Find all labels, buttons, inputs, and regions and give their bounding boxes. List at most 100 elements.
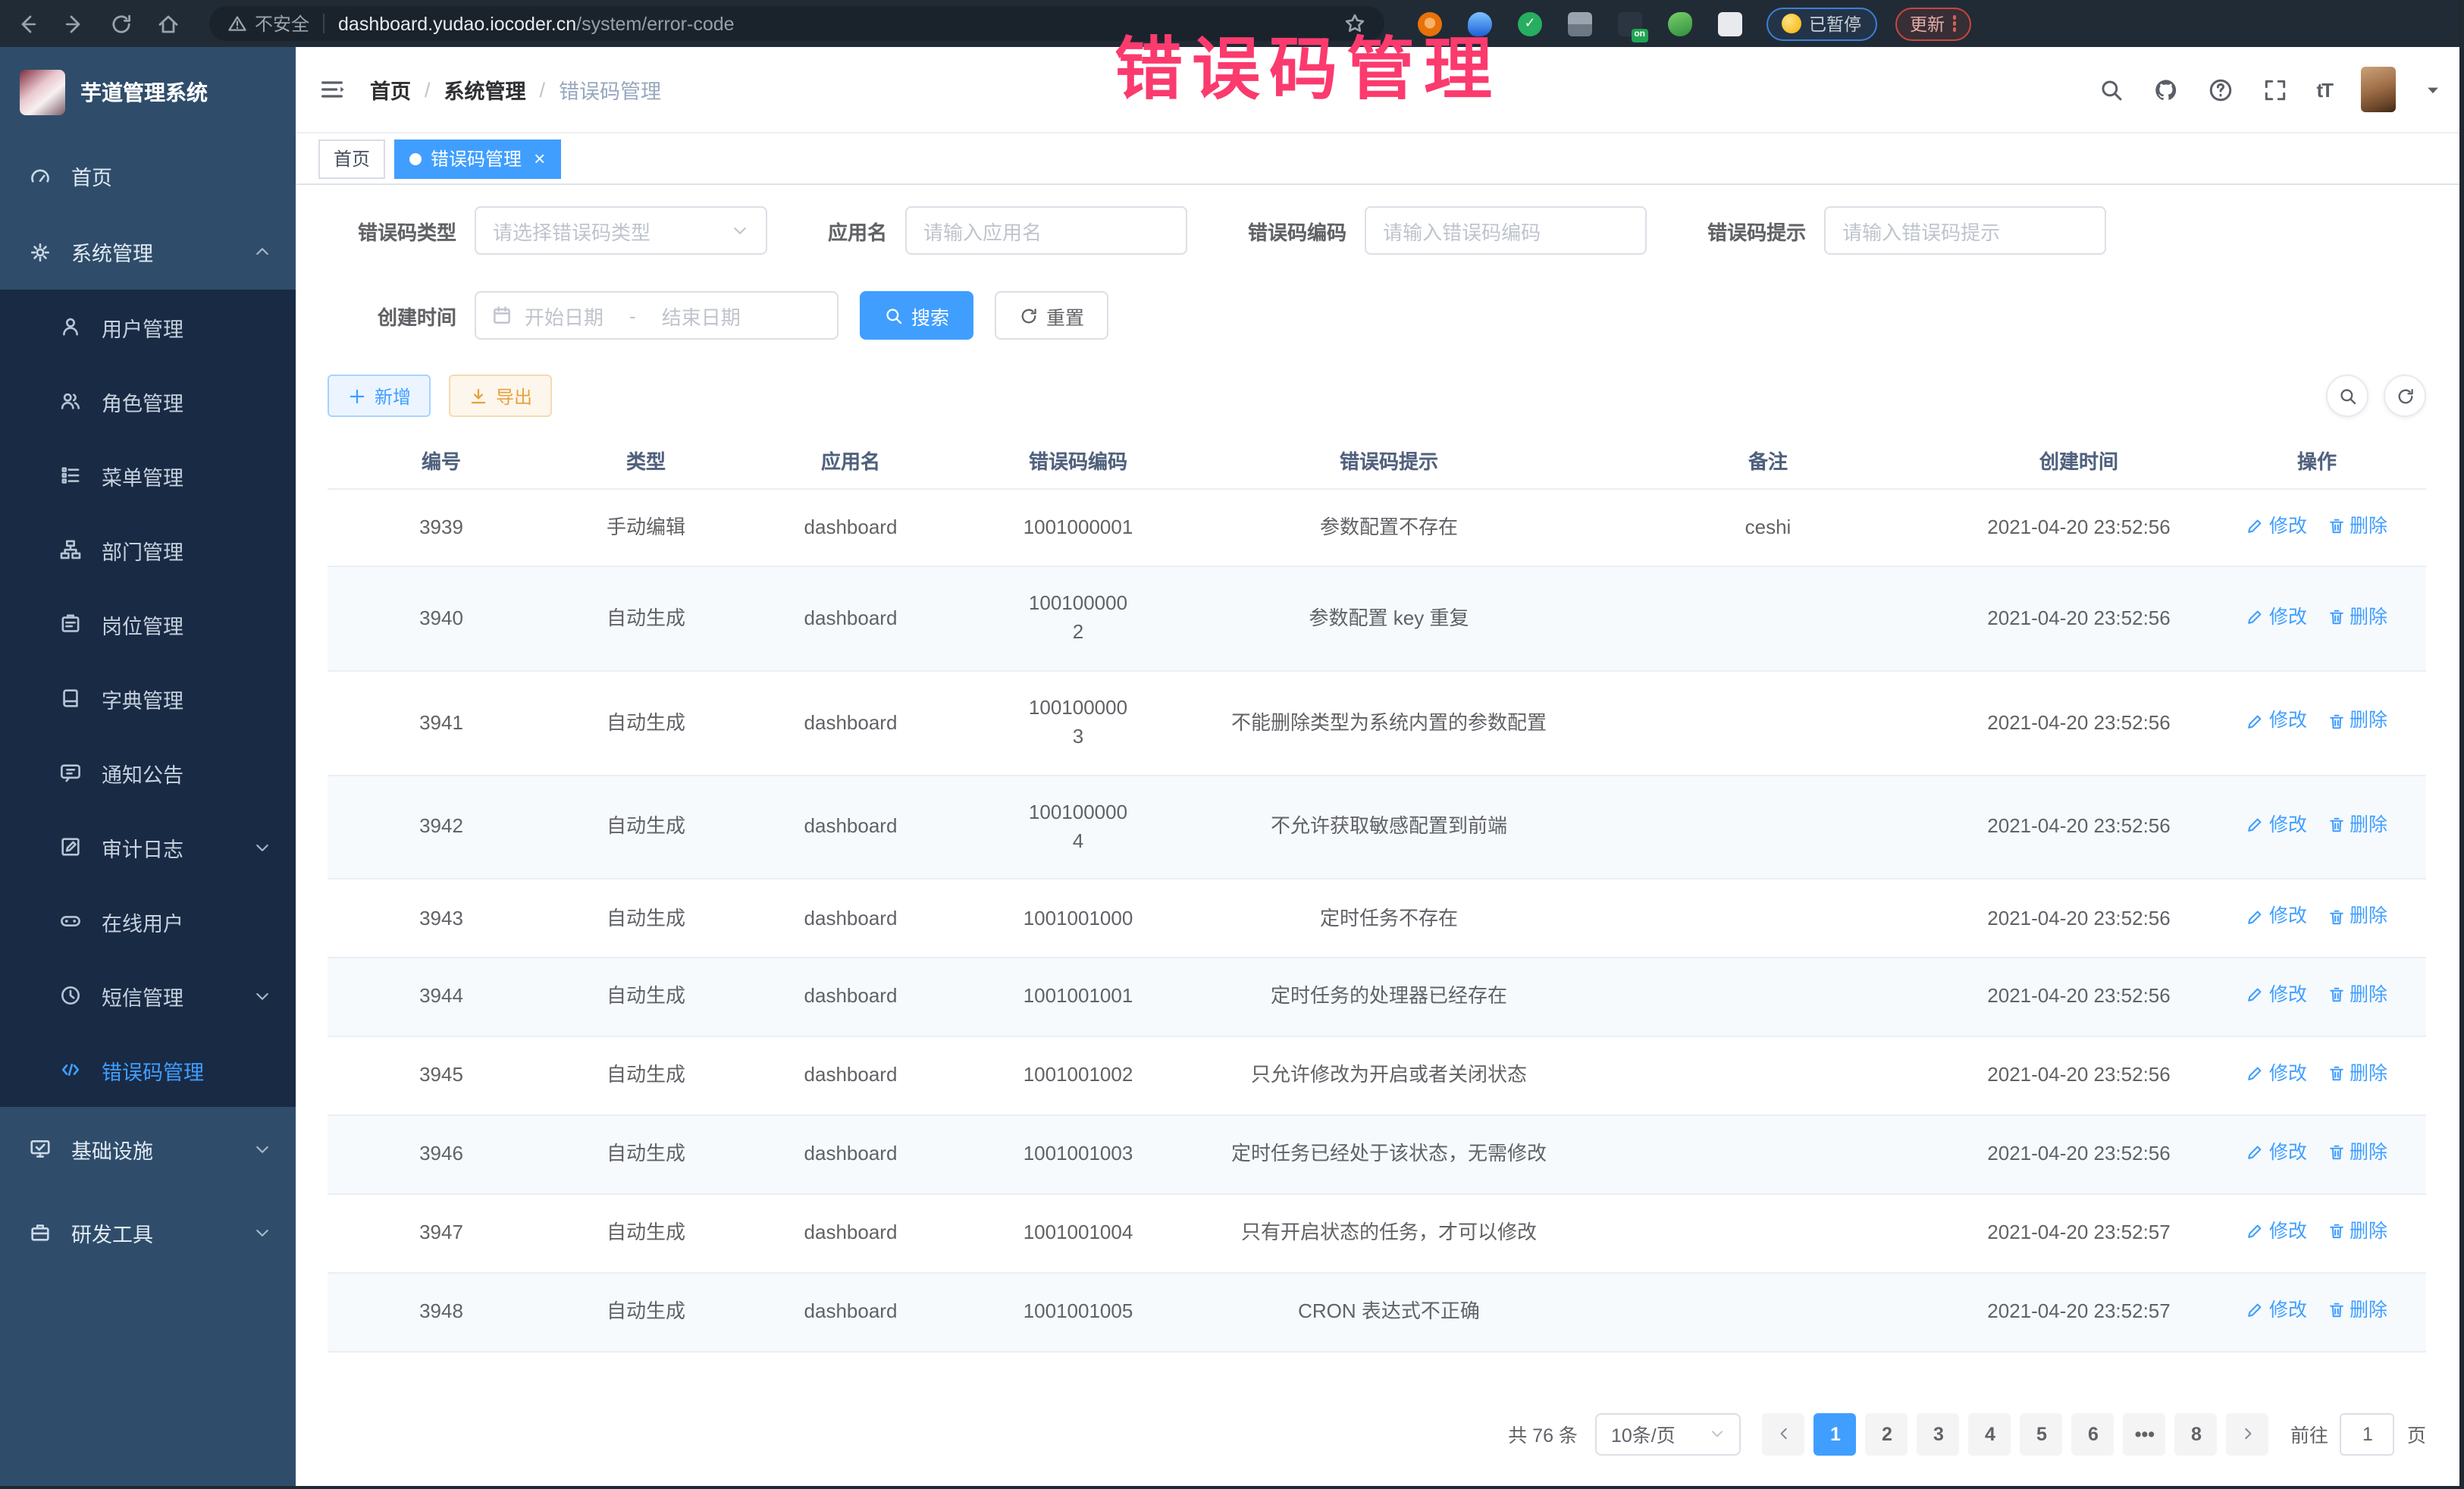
cell-create-time: 2021-04-20 23:52:56 bbox=[1950, 671, 2208, 775]
edit-link[interactable]: 修改 bbox=[2246, 1139, 2307, 1166]
cell-create-time: 2021-04-20 23:52:56 bbox=[1950, 776, 2208, 879]
app-logo: 芋道管理系统 bbox=[0, 47, 296, 138]
filter-input[interactable]: 请输入错误码编码 bbox=[1365, 206, 1647, 255]
security-label[interactable]: 不安全 bbox=[255, 11, 309, 36]
cell-type: 自动生成 bbox=[555, 879, 737, 958]
sidebar-item-dict[interactable]: 字典管理 bbox=[0, 661, 296, 735]
sidebar-item-system[interactable]: 系统管理 bbox=[0, 214, 296, 290]
edit-link[interactable]: 修改 bbox=[2246, 1061, 2307, 1088]
cell-actions: 修改删除 bbox=[2208, 671, 2426, 775]
error-type-select[interactable]: 请选择错误码类型 bbox=[475, 206, 767, 255]
delete-link[interactable]: 删除 bbox=[2327, 811, 2387, 839]
font-size-icon[interactable]: tT bbox=[2316, 78, 2332, 101]
home-icon[interactable] bbox=[156, 11, 180, 36]
sidebar-item-home[interactable]: 首页 bbox=[0, 138, 296, 214]
reset-button[interactable]: 重置 bbox=[995, 291, 1108, 340]
table-row: 3945自动生成dashboard1001001002只允许修改为开启或者关闭状… bbox=[328, 1037, 2426, 1116]
cell-id: 3948 bbox=[328, 1273, 555, 1352]
github-icon[interactable] bbox=[2152, 77, 2178, 102]
hamburger-icon[interactable] bbox=[318, 76, 346, 103]
edit-link[interactable]: 修改 bbox=[2246, 603, 2307, 631]
add-button[interactable]: 新增 bbox=[328, 375, 431, 417]
breadcrumb-item[interactable]: 首页 bbox=[370, 74, 411, 105]
delete-link[interactable]: 删除 bbox=[2327, 1061, 2387, 1088]
page-button[interactable]: 5 bbox=[2020, 1413, 2063, 1456]
delete-link[interactable]: 删除 bbox=[2327, 982, 2387, 1009]
edit-link[interactable]: 修改 bbox=[2246, 1296, 2307, 1324]
filter-input[interactable]: 请输入应用名 bbox=[905, 206, 1187, 255]
tab-active[interactable]: 错误码管理× bbox=[394, 139, 560, 178]
export-button[interactable]: 导出 bbox=[449, 375, 552, 417]
sidebar-item-sms[interactable]: 短信管理 bbox=[0, 958, 296, 1033]
paused-extension-pill[interactable]: 已暂停 bbox=[1766, 7, 1876, 40]
search-icon[interactable] bbox=[2098, 77, 2124, 102]
delete-link[interactable]: 删除 bbox=[2327, 903, 2387, 930]
sidebar-item-post[interactable]: 岗位管理 bbox=[0, 587, 296, 661]
update-browser-pill[interactable]: 更新 bbox=[1895, 7, 1971, 40]
ext-grey-grid-icon[interactable] bbox=[1568, 11, 1592, 36]
page-size-select[interactable]: 10条/页 bbox=[1596, 1413, 1741, 1456]
avatar[interactable] bbox=[2361, 67, 2396, 112]
ext-puzzle-icon[interactable] bbox=[1718, 11, 1742, 36]
sidebar-item-online[interactable]: 在线用户 bbox=[0, 884, 296, 958]
delete-link[interactable]: 删除 bbox=[2327, 707, 2387, 735]
sidebar-item-audit[interactable]: 审计日志 bbox=[0, 810, 296, 884]
sidebar-item-user[interactable]: 用户管理 bbox=[0, 290, 296, 364]
sidebar-item-label: 研发工具 bbox=[71, 1217, 153, 1247]
refresh-table-button[interactable] bbox=[2384, 375, 2426, 417]
delete-link[interactable]: 删除 bbox=[2327, 512, 2387, 539]
ext-green-check-icon[interactable]: ✓ bbox=[1518, 11, 1542, 36]
date-range-input[interactable]: 开始日期 - 结束日期 bbox=[475, 291, 839, 340]
page-button[interactable]: 6 bbox=[2072, 1413, 2114, 1456]
back-icon[interactable] bbox=[15, 11, 39, 36]
tab-close-icon[interactable]: × bbox=[534, 149, 545, 168]
search-button[interactable]: 搜索 bbox=[860, 291, 973, 340]
prev-page-button[interactable] bbox=[1763, 1413, 1805, 1456]
chevron-down-icon bbox=[253, 986, 271, 1005]
edit-link[interactable]: 修改 bbox=[2246, 811, 2307, 839]
page-button[interactable]: 4 bbox=[1969, 1413, 2011, 1456]
filter-input[interactable]: 请输入错误码提示 bbox=[1824, 206, 2106, 255]
edit-link[interactable]: 修改 bbox=[2246, 903, 2307, 930]
sidebar-item-notice[interactable]: 通知公告 bbox=[0, 735, 296, 810]
page-button[interactable]: 8 bbox=[2175, 1413, 2218, 1456]
error-code-table: 编号类型应用名错误码编码错误码提示备注创建时间操作 3939手动编辑dashbo… bbox=[328, 432, 2426, 1353]
edit-link[interactable]: 修改 bbox=[2246, 1218, 2307, 1245]
caret-down-icon[interactable] bbox=[2425, 81, 2441, 98]
delete-link[interactable]: 删除 bbox=[2327, 1296, 2387, 1324]
delete-link[interactable]: 删除 bbox=[2327, 603, 2387, 631]
delete-link[interactable]: 删除 bbox=[2327, 1139, 2387, 1166]
cell-code: 1001000001 bbox=[964, 488, 1192, 567]
forward-icon[interactable] bbox=[62, 11, 86, 36]
breadcrumb-item[interactable]: 系统管理 bbox=[444, 74, 526, 105]
toggle-search-button[interactable] bbox=[2326, 375, 2368, 417]
reload-icon[interactable] bbox=[109, 11, 133, 36]
kebab-menu-icon[interactable] bbox=[1952, 16, 1956, 32]
sidebar-item-menu[interactable]: 菜单管理 bbox=[0, 438, 296, 513]
ext-green-leaf-icon[interactable] bbox=[1668, 11, 1692, 36]
edit-link[interactable]: 修改 bbox=[2246, 512, 2307, 539]
edit-link[interactable]: 修改 bbox=[2246, 707, 2307, 735]
chevron-down-icon bbox=[731, 221, 749, 240]
fullscreen-icon[interactable] bbox=[2262, 77, 2287, 102]
sidebar-item-role[interactable]: 角色管理 bbox=[0, 364, 296, 438]
edit-link[interactable]: 修改 bbox=[2246, 982, 2307, 1009]
add-button-label: 新增 bbox=[375, 383, 411, 409]
trash-icon bbox=[2327, 1301, 2345, 1319]
sidebar-item-errcode[interactable]: 错误码管理 bbox=[0, 1033, 296, 1107]
page-button[interactable]: 1 bbox=[1814, 1413, 1857, 1456]
next-page-button[interactable] bbox=[2227, 1413, 2269, 1456]
page-button[interactable]: 2 bbox=[1866, 1413, 1908, 1456]
sidebar-item-label: 通知公告 bbox=[102, 757, 183, 788]
sidebar-item-devtools[interactable]: 研发工具 bbox=[0, 1190, 296, 1274]
tab-view[interactable]: 首页 bbox=[318, 139, 385, 178]
more-pages-button[interactable]: ••• bbox=[2124, 1413, 2166, 1456]
page-button[interactable]: 3 bbox=[1917, 1413, 1960, 1456]
help-icon[interactable] bbox=[2207, 77, 2233, 102]
ext-dark-on-icon[interactable]: on bbox=[1618, 11, 1642, 36]
sidebar-item-dept[interactable]: 部门管理 bbox=[0, 513, 296, 587]
delete-link[interactable]: 删除 bbox=[2327, 1218, 2387, 1245]
goto-page-input[interactable]: 1 bbox=[2340, 1413, 2395, 1456]
input-placeholder: 请选择错误码类型 bbox=[493, 216, 650, 245]
sidebar-item-infra[interactable]: 基础设施 bbox=[0, 1107, 296, 1190]
